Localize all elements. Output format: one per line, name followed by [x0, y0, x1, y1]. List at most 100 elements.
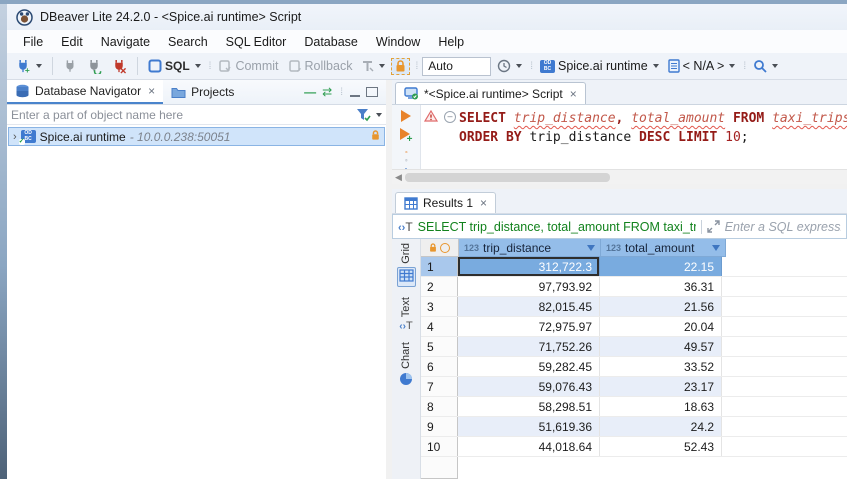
tab-text[interactable]: Text ‹›T [399, 297, 412, 332]
table-row[interactable]: 858,298.5118.63 [421, 397, 847, 417]
tab-grid[interactable]: Grid [397, 243, 416, 287]
cell-total-amount[interactable]: 33.52 [600, 357, 722, 376]
menu-item-help[interactable]: Help [429, 32, 473, 52]
chevron-down-icon[interactable] [376, 113, 382, 117]
filter-funnel-icon[interactable] [356, 108, 371, 122]
execute-new-tab-button[interactable]: + [400, 128, 413, 145]
grid-corner-cell[interactable] [421, 239, 459, 257]
row-number[interactable]: 10 [421, 437, 458, 456]
cell-trip-distance[interactable]: 97,793.92 [458, 277, 600, 296]
close-icon[interactable]: × [148, 84, 155, 98]
scrollbar-thumb[interactable] [405, 173, 610, 182]
tree-item-connection[interactable]: › ODBC✓ Spice.ai runtime - 10.0.0.238:50… [8, 127, 385, 146]
sort-dropdown-icon[interactable] [712, 245, 720, 251]
transaction-mode-button[interactable] [358, 58, 388, 75]
cell-trip-distance[interactable]: 59,282.45 [458, 357, 600, 376]
navigator-filter[interactable]: Enter a part of object name here [7, 105, 386, 125]
execute-statement-button[interactable] [401, 110, 411, 122]
expand-icon[interactable] [707, 220, 720, 233]
column-header-trip-distance[interactable]: 123 trip_distance [459, 239, 601, 257]
menu-item-file[interactable]: File [14, 32, 52, 52]
tab-chart[interactable]: Chart [399, 342, 413, 389]
close-icon[interactable]: × [480, 196, 487, 210]
search-button[interactable] [750, 57, 781, 75]
table-row[interactable]: 759,076.4323.17 [421, 377, 847, 397]
query-text: SELECT trip_distance, total_amount FROM … [418, 220, 696, 234]
execute-script-icon[interactable] [399, 151, 414, 153]
menu-item-window[interactable]: Window [367, 32, 429, 52]
row-number[interactable]: 1 [421, 257, 458, 276]
menu-item-edit[interactable]: Edit [52, 32, 92, 52]
tx-mode-combo[interactable]: Auto [422, 57, 491, 76]
cell-trip-distance[interactable]: 59,076.43 [458, 377, 600, 396]
row-number[interactable]: 3 [421, 297, 458, 316]
connect-button[interactable] [60, 57, 80, 76]
row-number[interactable]: 5 [421, 337, 458, 356]
connection-lock-toggle[interactable] [391, 58, 410, 75]
rollback-button[interactable]: Rollback [285, 57, 356, 75]
fold-collapse-icon[interactable]: – [444, 111, 456, 123]
cell-trip-distance[interactable]: 312,722.3 [458, 257, 600, 276]
row-number[interactable]: 4 [421, 317, 458, 336]
new-connection-button[interactable]: + [12, 57, 45, 76]
tab-sql-script[interactable]: *<Spice.ai runtime> Script × [395, 82, 586, 104]
cell-total-amount[interactable]: 22.15 [600, 257, 722, 276]
table-row[interactable]: 1312,722.322.15 [421, 257, 847, 277]
expand-chevron-icon[interactable]: › [13, 131, 17, 143]
sql-editor-button[interactable]: SQL [145, 57, 204, 75]
table-row[interactable]: 297,793.9236.31 [421, 277, 847, 297]
cell-trip-distance[interactable]: 51,619.36 [458, 417, 600, 436]
cell-trip-distance[interactable]: 71,752.26 [458, 337, 600, 356]
close-icon[interactable]: × [570, 87, 577, 101]
tab-projects[interactable]: Projects [163, 80, 242, 104]
menu-item-search[interactable]: Search [159, 32, 217, 52]
results-filter-bar[interactable]: ‹›T SELECT trip_distance, total_amount F… [392, 214, 847, 239]
row-number[interactable]: 8 [421, 397, 458, 416]
table-row[interactable]: 382,015.4521.56 [421, 297, 847, 317]
cell-trip-distance[interactable]: 44,018.64 [458, 437, 600, 456]
row-number[interactable]: 6 [421, 357, 458, 376]
cell-trip-distance[interactable]: 58,298.51 [458, 397, 600, 416]
tab-database-navigator[interactable]: Database Navigator × [7, 80, 163, 104]
minimize-view-icon[interactable]: — [304, 85, 316, 99]
script-icon[interactable] [399, 159, 414, 161]
scroll-left-icon[interactable]: ◀ [392, 172, 405, 183]
link-editor-icon[interactable]: ⇄ [322, 85, 332, 99]
sort-dropdown-icon[interactable] [587, 245, 595, 251]
row-number[interactable]: 9 [421, 417, 458, 436]
table-row[interactable]: 659,282.4533.52 [421, 357, 847, 377]
minimize-panel-icon[interactable] [350, 88, 360, 97]
reconnect-button[interactable] [83, 57, 105, 76]
table-row[interactable]: 571,752.2649.57 [421, 337, 847, 357]
cell-total-amount[interactable]: 23.17 [600, 377, 722, 396]
table-row[interactable]: 472,975.9720.04 [421, 317, 847, 337]
table-row[interactable]: 951,619.3624.2 [421, 417, 847, 437]
cell-total-amount[interactable]: 18.63 [600, 397, 722, 416]
tx-history-button[interactable] [494, 57, 525, 75]
menu-item-sql-editor[interactable]: SQL Editor [217, 32, 296, 52]
maximize-panel-icon[interactable] [366, 87, 378, 97]
row-number[interactable]: 2 [421, 277, 458, 296]
sql-code[interactable]: SELECT trip_distance, total_amount FROM … [459, 105, 847, 169]
cell-total-amount[interactable]: 49.57 [600, 337, 722, 356]
commit-button[interactable]: Commit [215, 57, 281, 75]
editor-horizontal-scrollbar[interactable]: ◀ [392, 169, 847, 184]
column-header-total-amount[interactable]: 123 total_amount [601, 239, 726, 257]
tab-results-1[interactable]: Results 1 × [395, 192, 496, 213]
cell-total-amount[interactable]: 24.2 [600, 417, 722, 436]
cell-trip-distance[interactable]: 72,975.97 [458, 317, 600, 336]
cell-total-amount[interactable]: 52.43 [600, 437, 722, 456]
connection-selector[interactable]: ODBC Spice.ai runtime [537, 57, 662, 75]
warning-icon[interactable] [424, 110, 438, 125]
menu-item-database[interactable]: Database [295, 32, 367, 52]
cell-trip-distance[interactable]: 82,015.45 [458, 297, 600, 316]
cell-total-amount[interactable]: 21.56 [600, 297, 722, 316]
cell-total-amount[interactable]: 36.31 [600, 277, 722, 296]
view-menu-icon[interactable]: ⁞ [340, 87, 342, 98]
row-number[interactable]: 7 [421, 377, 458, 396]
disconnect-button[interactable] [108, 57, 130, 76]
menu-item-navigate[interactable]: Navigate [92, 32, 159, 52]
database-selector[interactable]: < N/A > [665, 57, 739, 75]
cell-total-amount[interactable]: 20.04 [600, 317, 722, 336]
table-row[interactable]: 1044,018.6452.43 [421, 437, 847, 457]
